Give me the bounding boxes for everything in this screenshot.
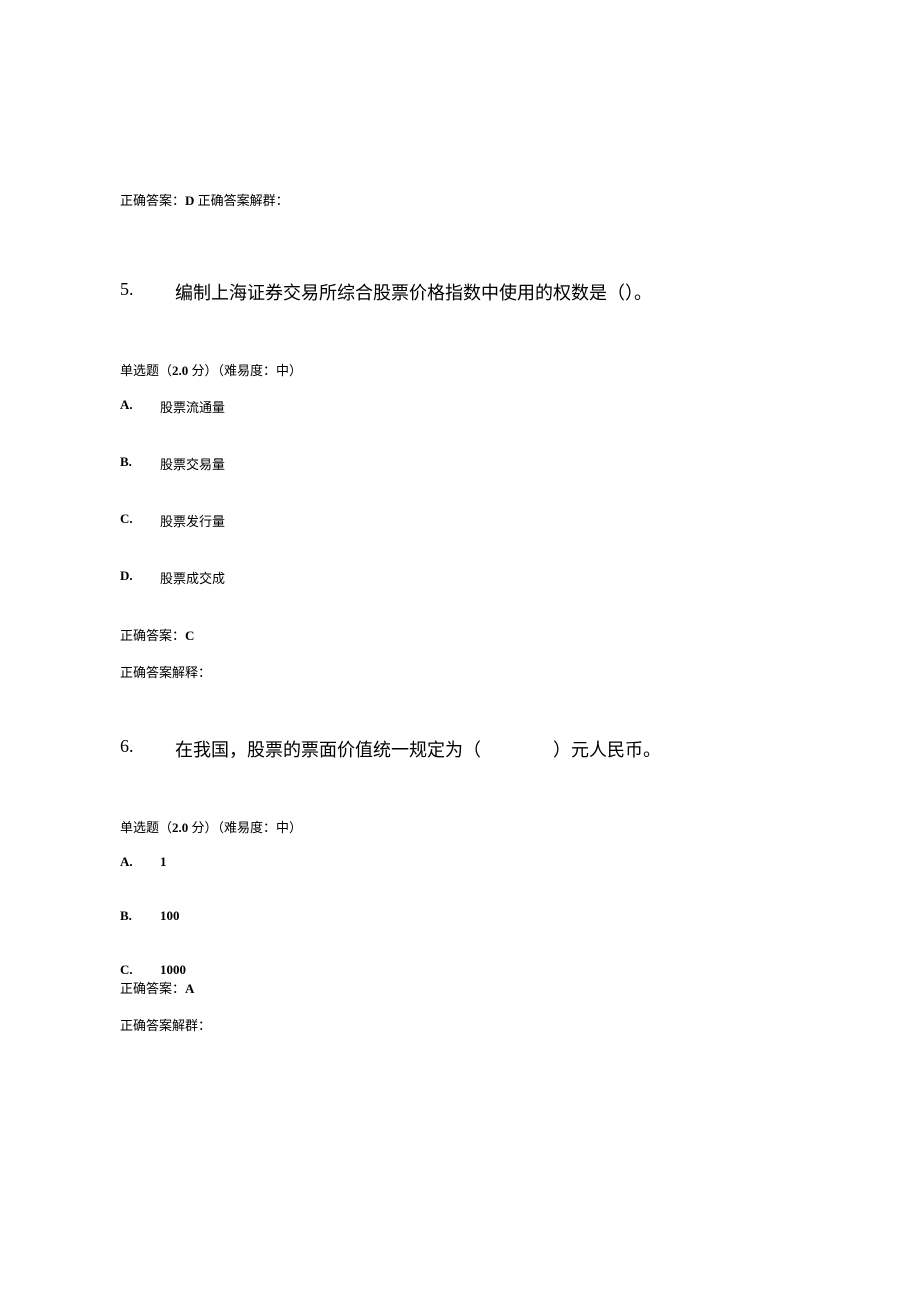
- q5-option-b-text: 股票交易量: [160, 454, 225, 473]
- q4-answer-suffix: 正确答案解群：: [194, 193, 288, 208]
- q6-option-a: A. 1: [120, 854, 800, 870]
- q5-option-b: B. 股票交易量: [120, 454, 800, 473]
- q6-option-c-letter: C.: [120, 962, 160, 978]
- q5-option-d-letter: D.: [120, 568, 160, 587]
- q5-option-d: D. 股票成交成: [120, 568, 800, 587]
- q6-option-b-letter: B.: [120, 908, 160, 924]
- q6-meta-prefix: 单选题（: [120, 820, 172, 835]
- q5-option-a: A. 股票流通量: [120, 397, 800, 416]
- q5-option-a-text: 股票流通量: [160, 397, 225, 416]
- q6-answer-prefix: 正确答案：: [120, 981, 185, 996]
- q5-title: 5. 编制上海证券交易所综合股票价格指数中使用的权数是（）。: [120, 279, 800, 305]
- q6-answer-letter: A: [185, 981, 194, 996]
- q5-option-a-letter: A.: [120, 397, 160, 416]
- q6-number: 6.: [120, 736, 175, 762]
- q5-option-c: C. 股票发行量: [120, 511, 800, 530]
- q5-explanation: 正确答案解释：: [120, 662, 800, 681]
- q6-option-a-letter: A.: [120, 854, 160, 870]
- q6-option-c-text: 1000: [160, 962, 186, 978]
- q5-option-c-letter: C.: [120, 511, 160, 530]
- q6-option-a-text: 1: [160, 854, 167, 870]
- q6-explanation: 正确答案解群：: [120, 1015, 800, 1034]
- q5-meta-prefix: 单选题（: [120, 363, 172, 378]
- q5-option-c-text: 股票发行量: [160, 511, 225, 530]
- q6-meta-points: 2.0: [172, 820, 188, 835]
- q6-option-c: C. 1000: [120, 962, 800, 978]
- q5-option-b-letter: B.: [120, 454, 160, 473]
- q6-option-b-text: 100: [160, 908, 180, 924]
- q4-answer-prefix: 正确答案：: [120, 193, 185, 208]
- q5-answer-prefix: 正确答案：: [120, 628, 185, 643]
- q5-title-text: 编制上海证券交易所综合股票价格指数中使用的权数是（）。: [175, 279, 800, 305]
- q5-option-d-text: 股票成交成: [160, 568, 225, 587]
- q6-option-b: B. 100: [120, 908, 800, 924]
- q5-meta-points: 2.0: [172, 363, 188, 378]
- q5-answer-letter: C: [185, 628, 194, 643]
- q5-meta-suffix: 分）（难易度：中）: [188, 363, 302, 378]
- q6-meta: 单选题（2.0 分）（难易度：中）: [120, 817, 800, 836]
- q6-title: 6. 在我国，股票的票面价值统一规定为（ ）元人民币。: [120, 736, 800, 762]
- q4-answer-letter: D: [185, 193, 194, 208]
- q5-number: 5.: [120, 279, 175, 305]
- q6-meta-suffix: 分）（难易度：中）: [188, 820, 302, 835]
- q4-answer-line: 正确答案：D 正确答案解群：: [120, 190, 800, 209]
- q6-correct-answer: 正确答案：A: [120, 978, 800, 997]
- q5-correct-answer: 正确答案：C: [120, 625, 800, 644]
- q5-meta: 单选题（2.0 分）（难易度：中）: [120, 360, 800, 379]
- q6-title-text: 在我国，股票的票面价值统一规定为（ ）元人民币。: [175, 736, 800, 762]
